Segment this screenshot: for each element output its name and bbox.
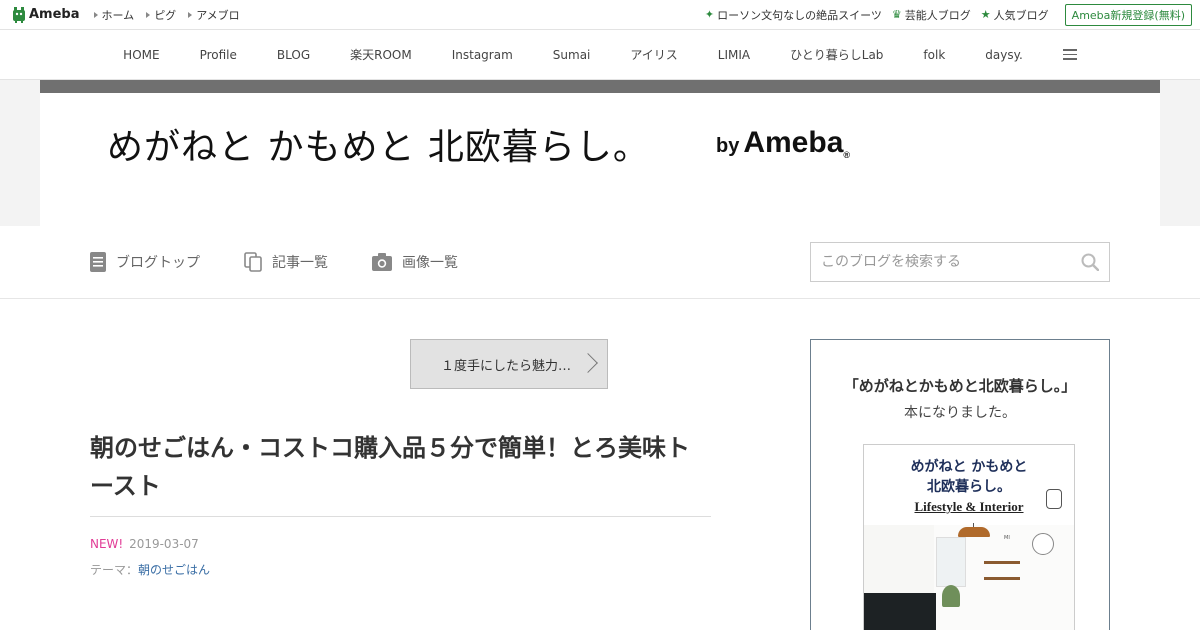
triangle-icon bbox=[93, 11, 98, 18]
promo-link[interactable]: ✦ ローソン文句なしの絶品スイーツ bbox=[705, 7, 882, 23]
nav-item-home[interactable]: HOME bbox=[103, 48, 179, 62]
star-icon: ★ bbox=[980, 8, 991, 21]
ameba-global-header: Ameba ホーム ピグ アメブロ ✦ ローソン文句なしの絶品スイーツ ♛ 芸能人ブ… bbox=[0, 0, 1200, 30]
crown-icon: ♛ bbox=[891, 8, 902, 21]
global-link-label: アメブロ bbox=[196, 8, 240, 22]
promo-link-label: ローソン文句なしの絶品スイーツ bbox=[717, 8, 882, 22]
global-link-label: ホーム bbox=[101, 8, 135, 22]
triangle-icon bbox=[146, 11, 151, 18]
global-links: ホーム ピグ アメブロ bbox=[93, 7, 240, 23]
copy-pages-icon bbox=[244, 252, 262, 272]
nav-item-profile[interactable]: Profile bbox=[180, 48, 257, 62]
entry-date: 2019-03-07 bbox=[129, 537, 199, 551]
registered-mark: ® bbox=[843, 150, 851, 160]
photo-shelf bbox=[984, 561, 1020, 564]
ameba-brand: Ameba bbox=[743, 126, 844, 159]
nav-item-blog[interactable]: BLOG bbox=[257, 48, 330, 62]
search-icon[interactable] bbox=[1081, 253, 1099, 271]
previous-entry-button[interactable]: １度手にしたら魅力… bbox=[410, 339, 608, 389]
blog-search-box bbox=[810, 242, 1110, 282]
plant-icon bbox=[942, 585, 960, 607]
global-link-ameblo[interactable]: アメブロ bbox=[188, 7, 240, 23]
image-list-link[interactable]: 画像一覧 bbox=[372, 252, 458, 272]
ameba-logo-icon bbox=[13, 6, 25, 23]
chevron-right-icon bbox=[578, 353, 598, 373]
by-ameba-mark: by Ameba® bbox=[716, 126, 850, 160]
entry-list-link[interactable]: 記事一覧 bbox=[244, 252, 328, 272]
blog-top-link[interactable]: ブログトップ bbox=[90, 252, 200, 272]
hamburger-menu-icon[interactable] bbox=[1043, 49, 1097, 60]
book-subline: 本になりました。 bbox=[904, 405, 1016, 421]
document-icon bbox=[90, 252, 106, 272]
register-button[interactable]: Ameba新規登録(無料) bbox=[1064, 3, 1192, 26]
blog-top-label: ブログトップ bbox=[116, 255, 200, 271]
image-list-label: 画像一覧 bbox=[402, 255, 458, 271]
clock-icon bbox=[1032, 533, 1054, 555]
book-author: MI bbox=[1004, 535, 1010, 541]
book-cover-photo: MI bbox=[864, 523, 1074, 630]
entry-list-label: 記事一覧 bbox=[272, 255, 328, 271]
triangle-icon bbox=[188, 11, 193, 18]
blog-navigation: HOME Profile BLOG 楽天ROOM Instagram Sumai… bbox=[0, 30, 1200, 80]
celebrity-blog-link[interactable]: ♛ 芸能人ブログ bbox=[892, 7, 971, 23]
global-link-label: ピグ bbox=[154, 8, 177, 22]
nav-item-sumai[interactable]: Sumai bbox=[533, 48, 611, 62]
photo-lamp bbox=[958, 527, 990, 537]
book-title-line1: めがねと かもめと bbox=[910, 459, 1028, 475]
theme-prefix: テーマ： bbox=[90, 563, 139, 577]
global-link-home[interactable]: ホーム bbox=[93, 7, 135, 23]
blog-subnav: ブログトップ 記事一覧 画像一覧 bbox=[0, 226, 1200, 299]
book-cover-image[interactable]: めがねと かもめと 北欧暮らし。 Lifestyle & Interior MI bbox=[863, 444, 1075, 630]
book-headline: 「めがねとかもめと北欧暮らし。」 bbox=[843, 377, 1077, 395]
global-link-pigg[interactable]: ピグ bbox=[146, 7, 176, 23]
header-banner-area: めがねと かもめと 北欧暮らし。 by Ameba® bbox=[0, 80, 1200, 226]
header-banner[interactable]: めがねと かもめと 北欧暮らし。 by Ameba® bbox=[40, 80, 1160, 226]
popular-blog-label: 人気ブログ bbox=[993, 8, 1049, 22]
nav-item-iris[interactable]: アイリス bbox=[610, 46, 697, 63]
book-title-line2: 北欧暮らし。 bbox=[927, 479, 1011, 495]
blog-title: めがねと かもめと 北欧暮らし。 bbox=[107, 127, 650, 168]
sidebar-book-widget: 「めがねとかもめと北欧暮らし。」 本になりました。 めがねと かもめと 北欧暮ら… bbox=[810, 339, 1110, 630]
cat-icon bbox=[1046, 489, 1062, 509]
new-badge: NEW! bbox=[90, 537, 124, 551]
celebrity-blog-label: 芸能人ブログ bbox=[904, 8, 971, 22]
theme-link[interactable]: 朝のせごはん bbox=[138, 563, 210, 577]
entry-meta-date: NEW! 2019-03-07 bbox=[90, 537, 199, 551]
camera-icon bbox=[372, 253, 392, 271]
book-title: めがねと かもめと 北欧暮らし。 bbox=[864, 457, 1074, 497]
ameba-logo-text: Ameba bbox=[29, 7, 80, 22]
title-divider bbox=[90, 516, 711, 517]
nav-item-limia[interactable]: LIMIA bbox=[698, 48, 770, 62]
nav-item-daysy[interactable]: daysy. bbox=[965, 48, 1043, 62]
popular-blog-link[interactable]: ★ 人気ブログ bbox=[981, 7, 1049, 23]
nav-item-rakuten-room[interactable]: 楽天ROOM bbox=[330, 46, 432, 63]
photo-window bbox=[936, 537, 966, 587]
nav-item-hitorigurashi-lab[interactable]: ひとり暮らしLab bbox=[770, 46, 903, 63]
main-content: １度手にしたら魅力… 朝のせごはん・コストコ購入品５分で簡単！とろ美味トースト … bbox=[0, 299, 1200, 630]
photo-shelf bbox=[984, 577, 1020, 580]
nav-item-instagram[interactable]: Instagram bbox=[432, 48, 533, 62]
entry-title[interactable]: 朝のせごはん・コストコ購入品５分で簡単！とろ美味トースト bbox=[90, 429, 710, 505]
global-right-links: ✦ ローソン文句なしの絶品スイーツ ♛ 芸能人ブログ ★ 人気ブログ Ameba新規登… bbox=[705, 3, 1192, 26]
by-label: by bbox=[716, 135, 740, 157]
sparkle-icon: ✦ bbox=[704, 8, 715, 21]
entry-meta-theme: テーマ：朝のせごはん bbox=[90, 561, 210, 578]
blog-search-input[interactable] bbox=[821, 254, 1081, 270]
book-subtitle: Lifestyle & Interior bbox=[914, 499, 1024, 514]
banner-top-strip bbox=[40, 80, 1160, 93]
ameba-logo[interactable]: Ameba bbox=[12, 6, 80, 23]
nav-item-folk[interactable]: folk bbox=[903, 48, 965, 62]
previous-entry-label: １度手にしたら魅力… bbox=[441, 358, 572, 374]
photo-tv bbox=[864, 593, 936, 630]
